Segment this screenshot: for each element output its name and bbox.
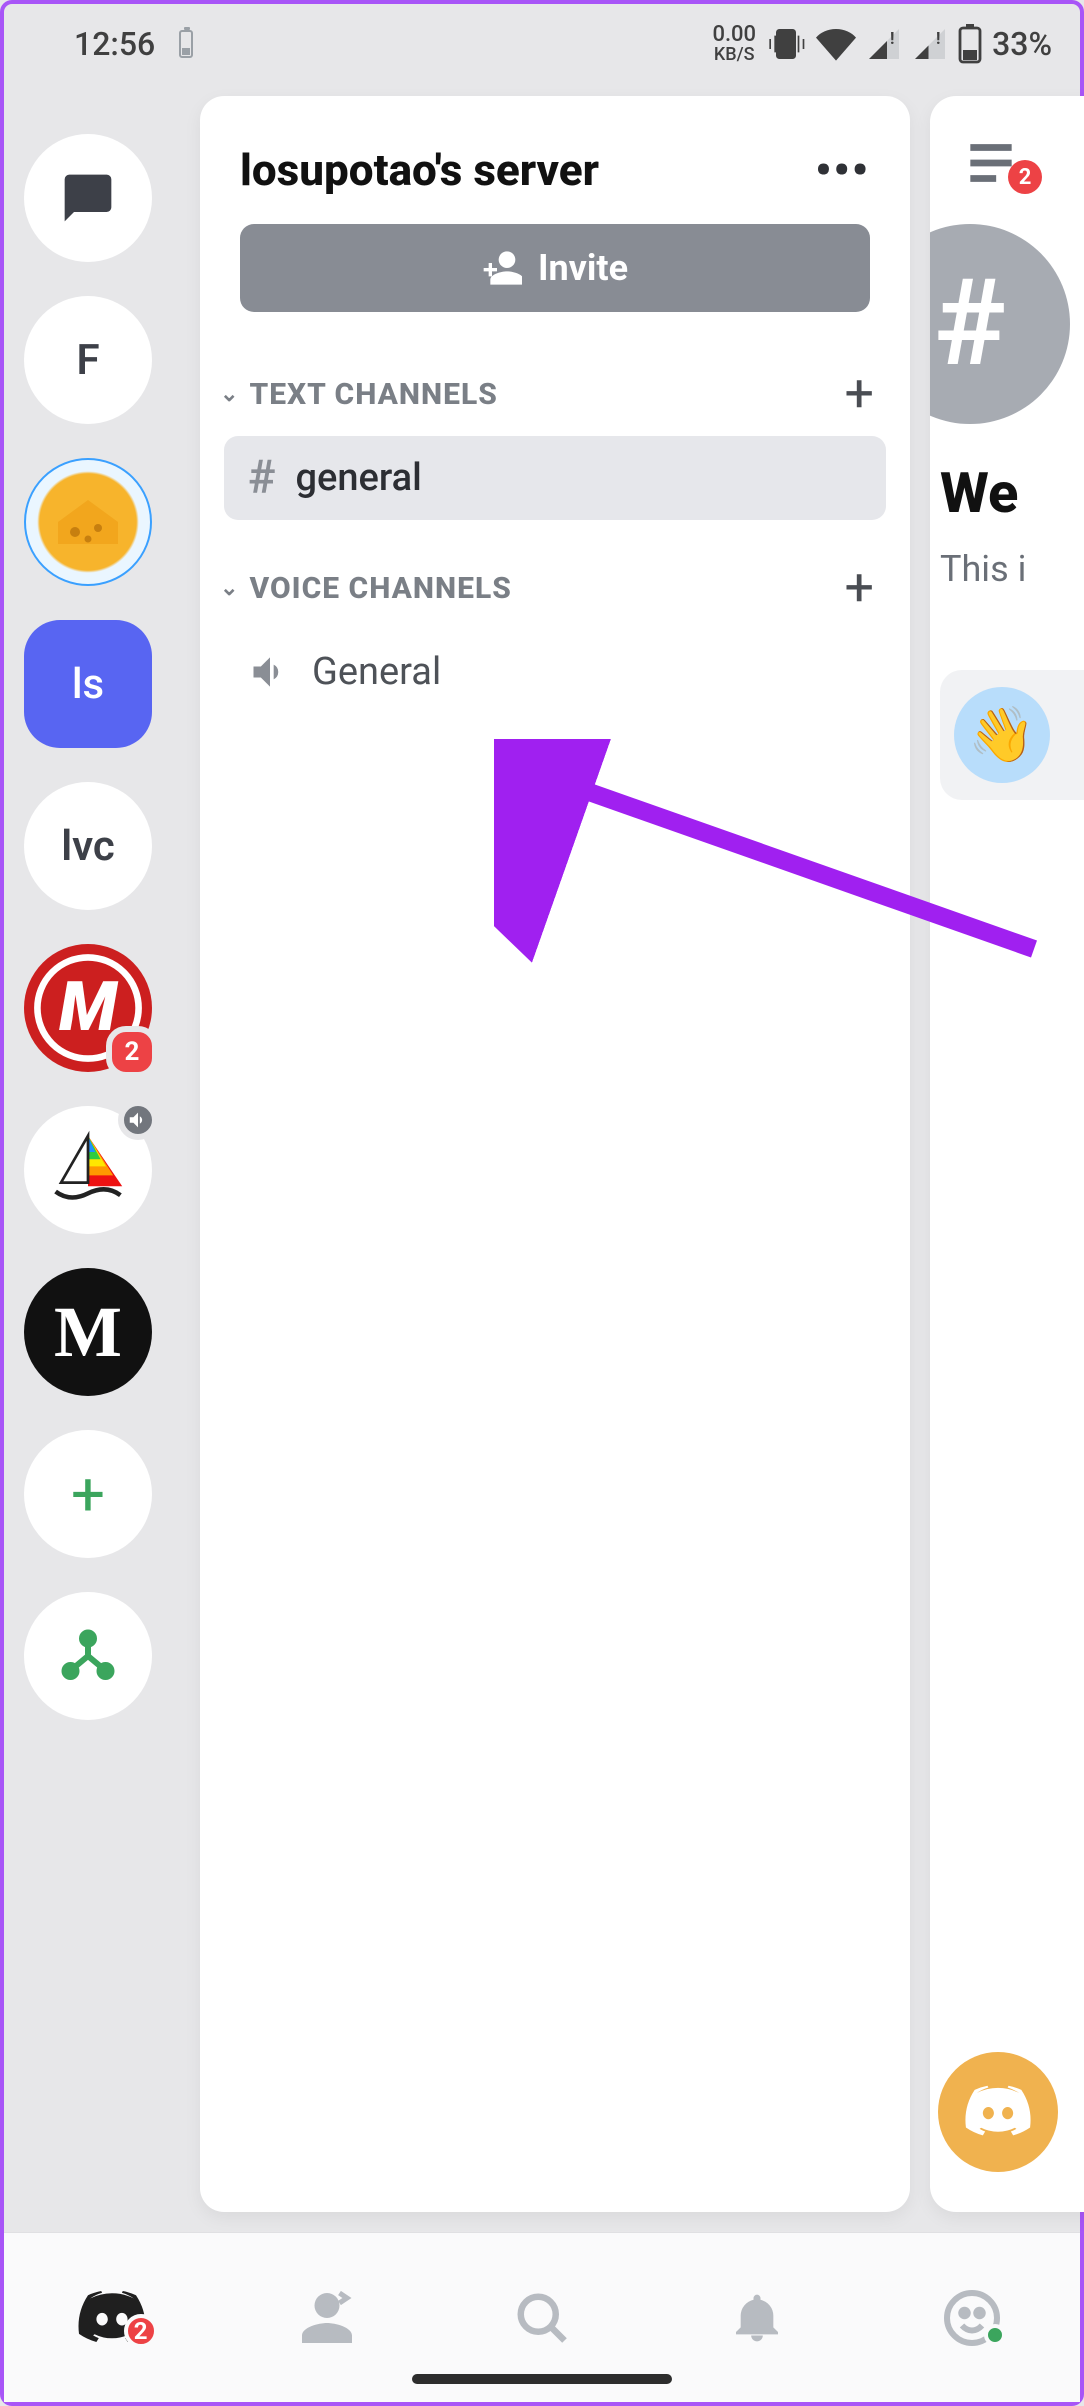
- menu-badge: 2: [1008, 160, 1042, 194]
- student-hub-button[interactable]: [24, 1592, 152, 1720]
- add-voice-channel-button[interactable]: +: [844, 562, 874, 614]
- add-server-button[interactable]: +: [24, 1430, 152, 1558]
- chevron-down-icon: ⌄: [220, 382, 241, 407]
- wifi-icon: [816, 24, 856, 64]
- battery-percent: 33%: [992, 25, 1052, 63]
- nav-home[interactable]: 2: [72, 2278, 152, 2358]
- server-m-red[interactable]: M 2: [24, 944, 152, 1072]
- onboarding-card-icon: 👋: [954, 687, 1050, 783]
- nav-profile[interactable]: [932, 2278, 1012, 2358]
- voice-channels-header[interactable]: ⌄VOICE CHANNELS +: [200, 542, 910, 624]
- invite-button[interactable]: Invite: [240, 224, 870, 312]
- bottom-navigation: 2: [4, 2232, 1080, 2402]
- cheese-icon: [53, 492, 123, 552]
- onboarding-card[interactable]: 👋: [940, 670, 1084, 800]
- add-text-channel-button[interactable]: +: [844, 368, 874, 420]
- welcome-subtitle: This i: [940, 548, 1084, 590]
- nav-mentions[interactable]: [717, 2278, 797, 2358]
- server-cheese[interactable]: [24, 458, 152, 586]
- invite-user-icon: [482, 248, 522, 288]
- search-icon: [512, 2288, 572, 2348]
- server-rail: F ls lvc M 2 M +: [18, 134, 158, 1720]
- server-boat[interactable]: [24, 1106, 152, 1234]
- messages-icon: [60, 170, 116, 226]
- svg-text:!: !: [890, 30, 894, 49]
- channel-label: general: [296, 456, 422, 500]
- nav-friends[interactable]: [287, 2278, 367, 2358]
- channel-hero-icon: #: [930, 224, 1070, 424]
- svg-text:!: !: [936, 30, 940, 49]
- hash-icon: #: [248, 451, 276, 505]
- status-time: 12:56: [74, 25, 155, 63]
- sailboat-icon: [43, 1125, 133, 1215]
- discord-icon: [963, 2077, 1033, 2147]
- channel-list-panel: losupotao's server ••• Invite ⌄TEXT CHAN…: [200, 96, 910, 2212]
- signal-1-icon: !: [866, 26, 902, 62]
- speaker-icon: [248, 650, 292, 694]
- text-channels-header[interactable]: ⌄TEXT CHANNELS +: [200, 348, 910, 430]
- android-home-indicator[interactable]: [412, 2374, 672, 2384]
- voice-channel-general[interactable]: General: [224, 630, 886, 714]
- network-speed: 0.00 KB/S: [712, 24, 756, 64]
- chat-panel-peek: 2 # We This i 👋: [930, 96, 1084, 2212]
- nav-home-badge: 2: [124, 2314, 158, 2348]
- server-title[interactable]: losupotao's server: [240, 144, 599, 196]
- vibrate-icon: [766, 24, 806, 64]
- friends-icon: [297, 2288, 357, 2348]
- signal-2-icon: !: [912, 26, 948, 62]
- android-status-bar: 12:56 0.00 KB/S ! ! 33%: [4, 4, 1080, 84]
- online-status-dot: [984, 2324, 1006, 2346]
- nav-search[interactable]: [502, 2278, 582, 2358]
- bell-icon: [729, 2290, 785, 2346]
- server-ls-selected[interactable]: ls: [24, 620, 152, 748]
- server-m-dark[interactable]: M: [24, 1268, 152, 1396]
- server-badge: 2: [106, 1026, 158, 1078]
- hub-icon: [58, 1626, 118, 1686]
- direct-messages-button[interactable]: [24, 134, 152, 262]
- server-lvc[interactable]: lvc: [24, 782, 152, 910]
- plus-icon: +: [71, 1459, 105, 1530]
- text-channel-general[interactable]: # general: [224, 436, 886, 520]
- server-settings-button[interactable]: •••: [815, 144, 870, 196]
- battery-small-icon: [179, 30, 193, 58]
- floating-discord-button[interactable]: [938, 2052, 1058, 2172]
- channel-label: General: [312, 650, 441, 694]
- server-f[interactable]: F: [24, 296, 152, 424]
- battery-icon: [958, 24, 982, 64]
- voice-active-icon: [118, 1100, 158, 1140]
- chevron-down-icon: ⌄: [220, 576, 241, 601]
- welcome-heading: We: [940, 460, 1084, 526]
